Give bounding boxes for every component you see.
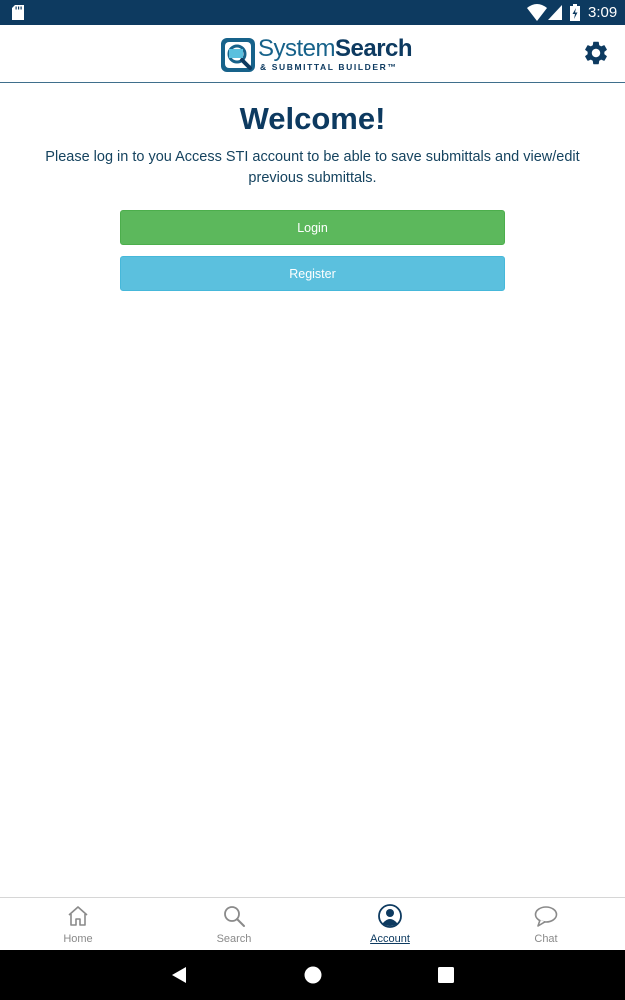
signal-icon: [548, 5, 562, 20]
status-bar: 3:09: [0, 0, 625, 25]
account-icon: [378, 904, 402, 928]
chat-bubble-icon: [534, 906, 558, 927]
bottom-tab-bar: Home Search Account Chat: [0, 897, 625, 950]
page-title: Welcome!: [239, 101, 386, 136]
tab-chat-label: Chat: [534, 933, 558, 945]
wifi-icon: [527, 4, 547, 21]
back-icon[interactable]: [170, 966, 188, 984]
login-button[interactable]: Login: [120, 210, 505, 245]
status-time: 3:09: [588, 4, 618, 21]
recents-icon[interactable]: [438, 967, 454, 983]
sd-card-icon: [12, 5, 24, 20]
tab-home[interactable]: Home: [38, 898, 118, 951]
tab-search-label: Search: [216, 933, 252, 945]
app-logo: SystemSearch & SUBMITTAL BUILDER™: [220, 35, 413, 75]
logo-wordmark: SystemSearch: [258, 35, 413, 62]
tab-account[interactable]: Account: [350, 898, 430, 951]
system-navigation-bar: [0, 950, 625, 1000]
tab-home-label: Home: [63, 933, 93, 945]
search-icon: [224, 906, 245, 927]
register-button[interactable]: Register: [120, 256, 505, 291]
logo-badge-icon: [221, 38, 255, 72]
home-icon: [68, 906, 88, 926]
logo-tagline: & SUBMITTAL BUILDER™: [260, 62, 398, 72]
tab-chat[interactable]: Chat: [506, 898, 586, 951]
gear-icon[interactable]: [582, 39, 610, 67]
tab-search[interactable]: Search: [194, 898, 274, 951]
intro-text: Please log in to you Access STI account …: [45, 149, 580, 186]
tab-account-label: Account: [370, 933, 410, 945]
battery-charging-icon: [570, 4, 580, 21]
home-circle-icon[interactable]: [304, 966, 322, 984]
app-header: SystemSearch & SUBMITTAL BUILDER™: [0, 25, 625, 83]
